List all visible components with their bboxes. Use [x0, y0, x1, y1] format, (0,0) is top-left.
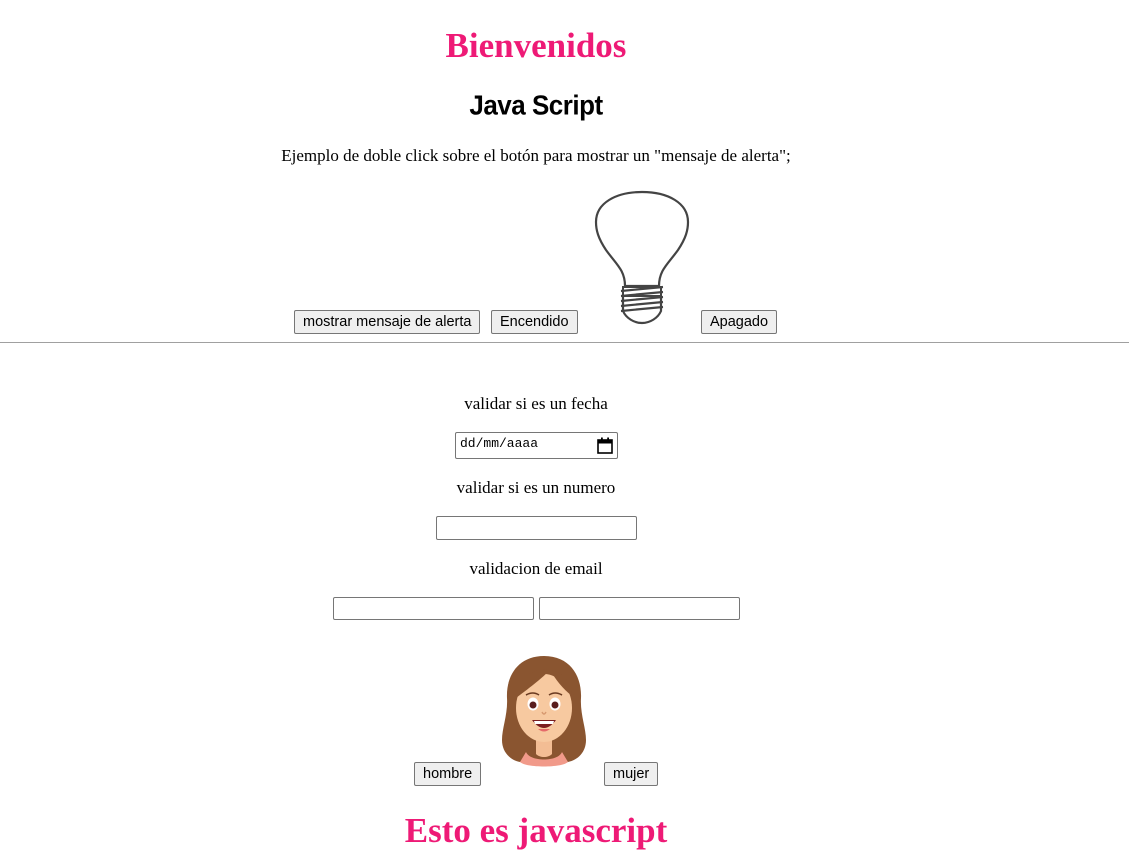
email-field[interactable] — [333, 597, 534, 620]
date-placeholder: dd/mm/aaaa — [460, 436, 539, 451]
description-text: Ejemplo de doble click sobre el botón pa… — [281, 146, 791, 165]
email-label: validacion de email — [469, 559, 603, 578]
calendar-icon[interactable] — [597, 437, 613, 454]
lightbulb-icon — [592, 190, 692, 326]
date-label: validar si es un fecha — [464, 394, 608, 413]
number-field[interactable] — [436, 516, 637, 540]
number-label: validar si es un numero — [456, 478, 616, 497]
page-title: Bienvenidos — [445, 26, 627, 65]
woman-button[interactable]: mujer — [604, 762, 659, 786]
woman-avatar-icon — [496, 652, 592, 768]
section-divider — [0, 342, 1129, 343]
man-button[interactable]: hombre — [414, 762, 482, 786]
date-field[interactable]: dd/mm/aaaa — [455, 432, 618, 459]
turn-off-button[interactable]: Apagado — [701, 310, 778, 334]
email-confirm-field[interactable] — [539, 597, 740, 620]
show-alert-button[interactable]: mostrar mensaje de alerta — [294, 310, 481, 334]
turn-on-button[interactable]: Encendido — [491, 310, 578, 334]
footer-title: Esto es javascript — [404, 811, 668, 850]
page-subtitle: Java Script — [469, 89, 603, 121]
